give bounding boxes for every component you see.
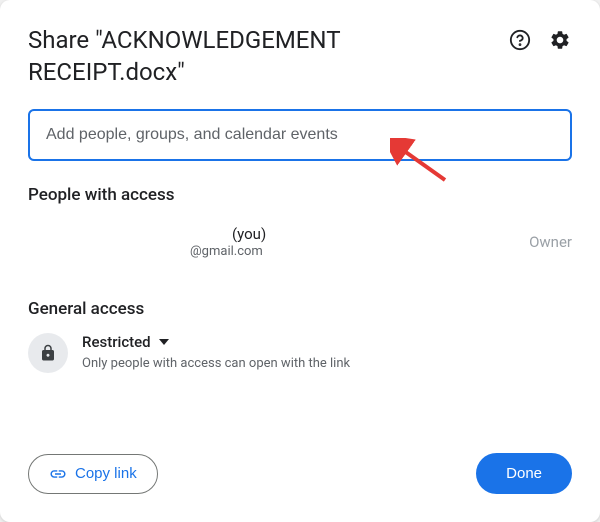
- copy-link-label: Copy link: [75, 465, 137, 482]
- header-icons: [508, 24, 572, 52]
- link-icon: [49, 465, 67, 483]
- people-section: People with access (you) @gmail.com Owne…: [28, 185, 572, 279]
- person-info: (you) @gmail.com: [28, 225, 266, 259]
- gear-icon[interactable]: [548, 28, 572, 52]
- copy-link-button[interactable]: Copy link: [28, 454, 158, 494]
- access-description: Only people with access can open with th…: [82, 356, 350, 371]
- people-section-title: People with access: [28, 185, 572, 205]
- general-access-section: General access Restricted Only people wi…: [28, 299, 572, 373]
- people-input-wrapper[interactable]: [28, 109, 572, 161]
- lock-icon: [28, 333, 68, 373]
- person-row: (you) @gmail.com Owner: [28, 219, 572, 279]
- chevron-down-icon: [159, 339, 169, 345]
- access-dropdown[interactable]: Restricted: [82, 333, 350, 351]
- share-dialog: Share "ACKNOWLEDGEMENT RECEIPT.docx" Peo…: [0, 0, 600, 522]
- access-row: Restricted Only people with access can o…: [28, 333, 572, 373]
- dialog-footer: Copy link Done: [28, 453, 572, 494]
- add-people-input[interactable]: [46, 126, 554, 144]
- access-label: Restricted: [82, 333, 151, 351]
- person-name: (you): [84, 225, 266, 243]
- help-icon[interactable]: [508, 28, 532, 52]
- done-button[interactable]: Done: [476, 453, 572, 494]
- dialog-header: Share "ACKNOWLEDGEMENT RECEIPT.docx": [28, 24, 572, 89]
- access-details: Restricted Only people with access can o…: [82, 333, 350, 371]
- person-role: Owner: [529, 233, 572, 251]
- dialog-title: Share "ACKNOWLEDGEMENT RECEIPT.docx": [28, 24, 468, 89]
- general-section-title: General access: [28, 299, 572, 319]
- person-email: @gmail.com: [84, 244, 266, 259]
